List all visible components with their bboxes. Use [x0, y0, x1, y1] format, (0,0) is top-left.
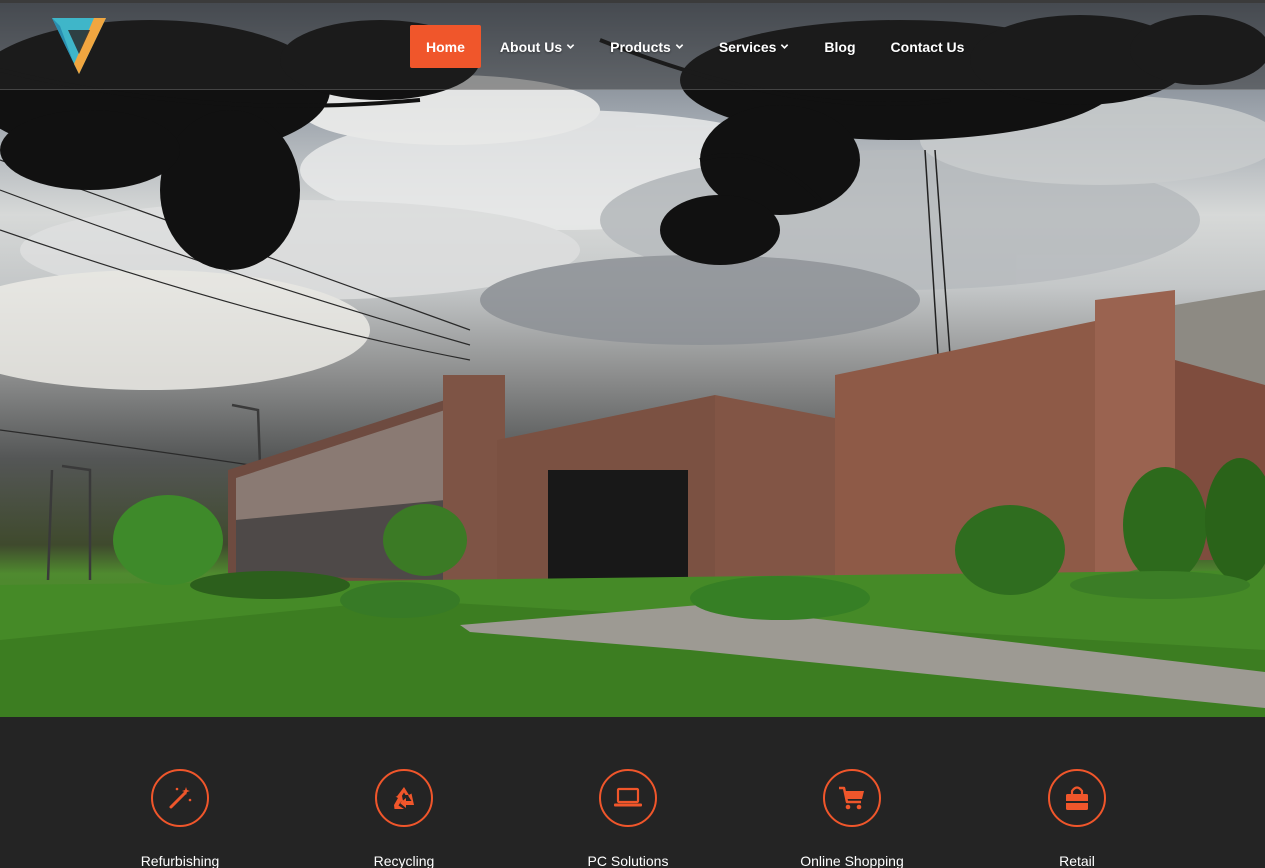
nav-blog[interactable]: Blog	[808, 25, 871, 68]
site-header: Home About Us Products Services Blog Con…	[0, 3, 1265, 90]
nav-about-us[interactable]: About Us	[484, 25, 591, 68]
chevron-down-icon	[675, 44, 684, 49]
service-label: PC Solutions	[587, 853, 669, 868]
hero-scene	[0, 15, 1265, 717]
nav-services-label: Services	[718, 38, 777, 55]
nav-about-us-label: About Us	[499, 38, 563, 55]
nav-blog-label: Blog	[824, 38, 856, 55]
hero-image	[0, 0, 1265, 717]
main-nav: Home About Us Products Services Blog Con…	[410, 25, 983, 68]
service-label: Online Shopping	[800, 853, 904, 868]
nav-contact-us[interactable]: Contact Us	[875, 25, 981, 68]
recycle-icon[interactable]	[375, 769, 433, 827]
v-triangle-logo-icon[interactable]	[50, 12, 108, 74]
shopping-cart-icon[interactable]	[823, 769, 881, 827]
nav-products-label: Products	[610, 38, 671, 55]
nav-home[interactable]: Home	[410, 25, 481, 68]
page: Home About Us Products Services Blog Con…	[0, 0, 1265, 868]
magic-wand-icon[interactable]	[151, 769, 209, 827]
chevron-down-icon	[566, 44, 575, 49]
nav-services[interactable]: Services	[703, 25, 806, 68]
service-label: Refurbishing	[140, 853, 220, 868]
shopping-bag-icon[interactable]	[1048, 769, 1106, 827]
services-section: Refurbishing Recycling PC Solutions Onli…	[0, 717, 1265, 868]
service-label: Retail	[1059, 853, 1095, 868]
nav-contact-us-label: Contact Us	[890, 38, 965, 55]
chevron-down-icon	[781, 44, 789, 49]
nav-products[interactable]: Products	[594, 25, 700, 68]
laptop-icon[interactable]	[599, 769, 657, 827]
service-label: Recycling	[373, 853, 435, 868]
nav-home-label: Home	[426, 38, 465, 55]
